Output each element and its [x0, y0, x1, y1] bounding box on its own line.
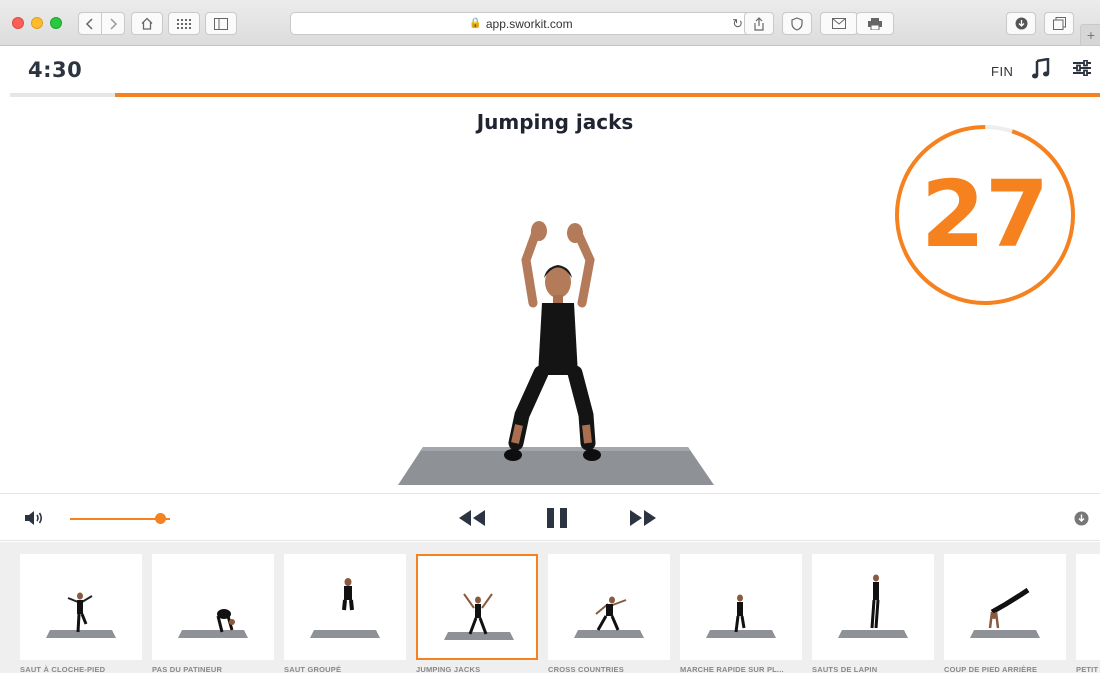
- print-button[interactable]: [856, 12, 894, 35]
- exercise-thumbnail-label: PETIT: [1076, 665, 1099, 673]
- volume-slider-handle[interactable]: [155, 513, 166, 524]
- exercise-thumbnail-label: SAUT GROUPÉ: [284, 665, 342, 673]
- chevron-left-icon: [85, 17, 93, 30]
- shield-icon: [791, 16, 803, 31]
- home-icon: [141, 17, 153, 30]
- exercise-thumbnail-image: [178, 609, 248, 638]
- exercise-thumbnail-label: PAS DU PATINEUR: [152, 665, 223, 673]
- exercise-thumbnail-image: [574, 596, 644, 638]
- address-url: app.sworkit.com: [485, 16, 573, 31]
- download-circle-icon[interactable]: [1074, 511, 1089, 526]
- browser-toolbar: 🔒 app.sworkit.com ↻ +: [0, 0, 1100, 46]
- share-button[interactable]: [744, 12, 774, 35]
- exercise-thumbnail-strip: SAUT À CLOCHE-PIED PAS DU PATINEUR SAUT GR…: [0, 542, 1100, 673]
- mail-icon: [832, 18, 846, 29]
- printer-icon: [868, 17, 882, 30]
- workout-progress-fill: [115, 93, 1100, 97]
- exercise-thumbnail-label: COUP DE PIED ARRIÈRE: [944, 665, 1038, 673]
- exercise-thumbnail-image: [1076, 554, 1100, 660]
- exercise-thumbnail[interactable]: [1076, 554, 1100, 660]
- music-note-icon[interactable]: [1032, 58, 1050, 80]
- finish-button[interactable]: FIN: [991, 64, 1013, 79]
- chevron-right-icon: [110, 17, 118, 30]
- exercise-thumbnail-image: [46, 592, 116, 638]
- downloads-button[interactable]: [1006, 12, 1036, 35]
- plus-icon: +: [1086, 27, 1096, 43]
- exercise-thumbnail-label: SAUT À CLOCHE-PIED: [20, 665, 106, 673]
- sidebar-toggle-button[interactable]: [205, 12, 237, 35]
- address-bar[interactable]: 🔒 app.sworkit.com ↻: [290, 12, 752, 35]
- exercise-thumbnail-label: MARCHE RAPIDE SUR PL...: [680, 665, 784, 673]
- new-tab-button[interactable]: +: [1080, 24, 1100, 46]
- exercise-thumbnail-image: [310, 578, 380, 638]
- exercise-thumbnail-image: [838, 574, 908, 638]
- exercise-thumbnail[interactable]: [680, 554, 802, 660]
- exercise-thumbnail-image: [444, 593, 514, 640]
- tabs-icon: [1052, 17, 1066, 30]
- tabs-overview-button[interactable]: [1044, 12, 1074, 35]
- workout-timer: 4:30: [28, 58, 83, 82]
- exercise-thumbnail[interactable]: [284, 554, 406, 660]
- pause-icon[interactable]: [546, 507, 568, 529]
- top-sites-button[interactable]: [168, 12, 200, 35]
- exercise-thumbnail-label: JUMPING JACKS: [416, 665, 481, 673]
- exercise-thumbnail-label: SAUTS DE LAPIN: [812, 665, 878, 673]
- mail-button[interactable]: [820, 12, 858, 35]
- app-header: 4:30 FIN: [0, 46, 1100, 94]
- rep-counter-value: 27: [920, 161, 1050, 268]
- sidebar-icon: [214, 17, 228, 30]
- exercise-thumbnail[interactable]: [152, 554, 274, 660]
- exercise-thumbnail[interactable]: [548, 554, 670, 660]
- rewind-icon[interactable]: [457, 508, 487, 528]
- share-icon: [754, 16, 764, 31]
- window-close-button[interactable]: [12, 17, 24, 29]
- home-button[interactable]: [131, 12, 163, 35]
- exercise-thumbnail-label: CROSS COUNTRIES: [548, 665, 624, 673]
- exercise-thumbnail[interactable]: [20, 554, 142, 660]
- exercise-thumbnail-image: [970, 587, 1040, 638]
- fast-forward-icon[interactable]: [628, 508, 658, 528]
- window-maximize-button[interactable]: [50, 17, 62, 29]
- download-icon: [1015, 17, 1027, 30]
- settings-sliders-icon[interactable]: [1073, 60, 1091, 76]
- back-button[interactable]: [78, 12, 102, 35]
- exercise-thumbnail-image: [706, 594, 776, 638]
- window-minimize-button[interactable]: [31, 17, 43, 29]
- grid-icon: [177, 18, 191, 29]
- shield-extension-button[interactable]: [782, 12, 812, 35]
- volume-icon[interactable]: [24, 510, 44, 526]
- exercise-thumbnail[interactable]: [416, 554, 538, 660]
- reload-icon[interactable]: ↻: [732, 16, 743, 32]
- lock-icon: 🔒: [469, 18, 482, 29]
- exercise-thumbnail[interactable]: [944, 554, 1066, 660]
- forward-button[interactable]: [101, 12, 125, 35]
- exercise-demo-figure: [398, 221, 714, 485]
- exercise-thumbnail[interactable]: [812, 554, 934, 660]
- playback-controls: [0, 493, 1100, 541]
